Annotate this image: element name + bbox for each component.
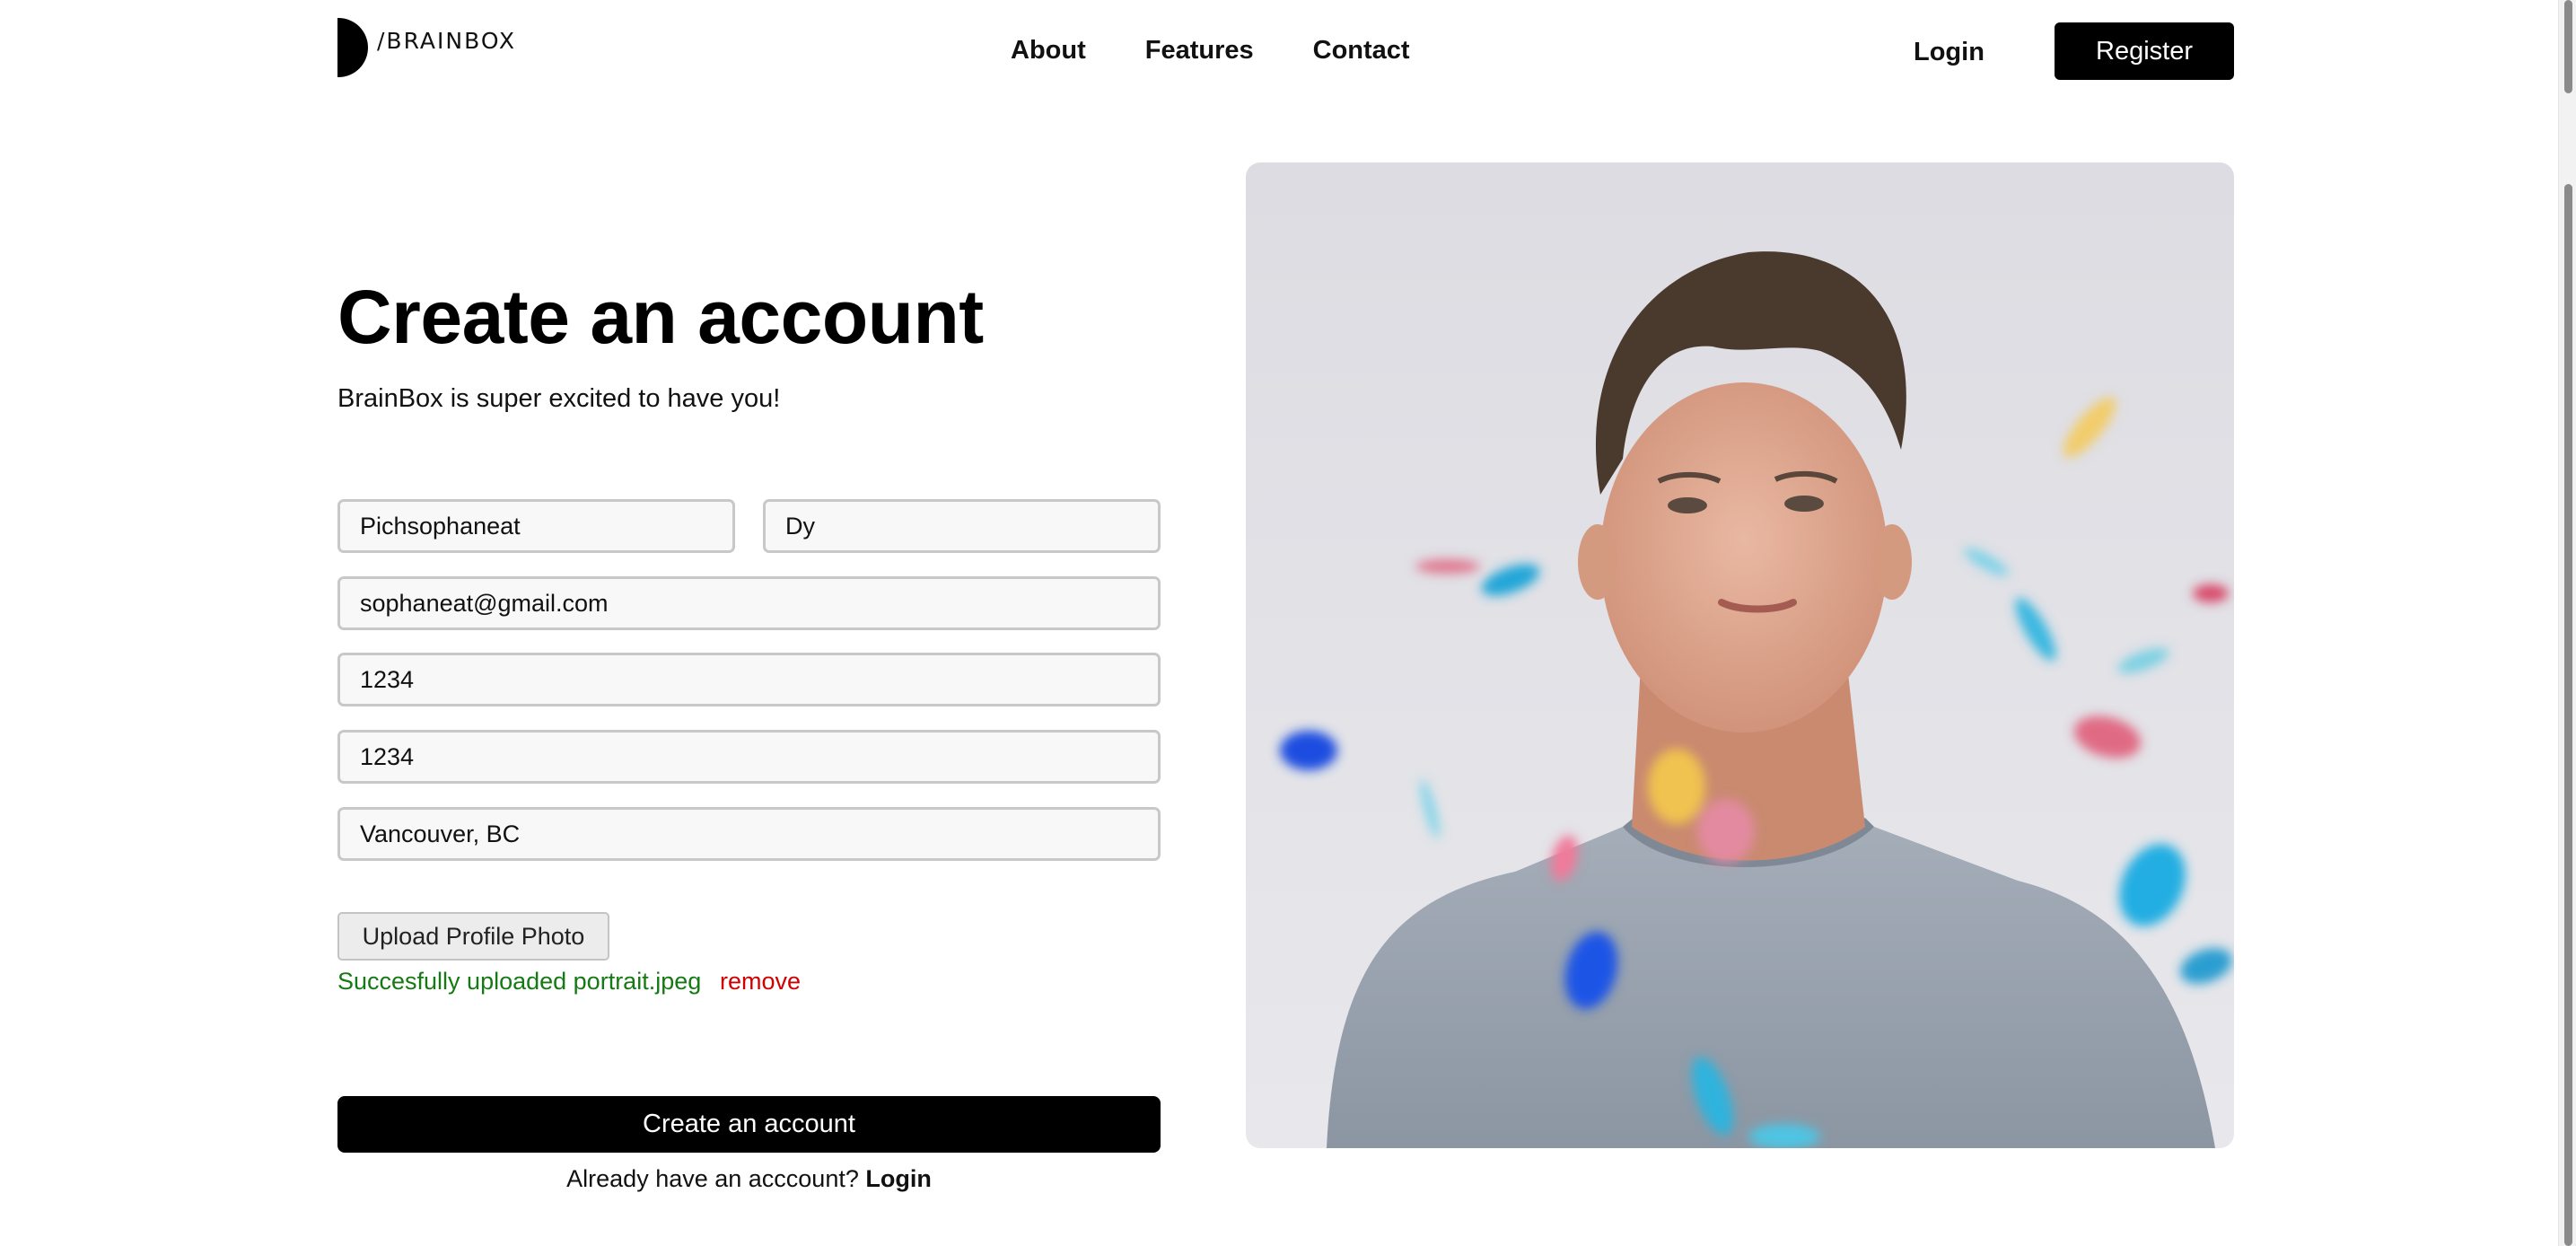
portrait-illustration	[1246, 162, 2234, 1148]
main-nav: About Features Contact	[1011, 36, 1469, 66]
brand-name: /BRAINBOX	[377, 27, 517, 54]
confirm-password-field[interactable]	[337, 730, 1161, 784]
scrollbar-thumb-upper[interactable]	[2564, 0, 2572, 93]
upload-status-text: Succesfully uploaded portrait.jpeg	[337, 968, 702, 995]
header-login-link[interactable]: Login	[1914, 38, 1985, 67]
scrollbar-thumb[interactable]	[2564, 184, 2572, 1246]
remove-photo-link[interactable]: remove	[720, 968, 801, 996]
page-title: Create an account	[337, 275, 984, 359]
nav-contact[interactable]: Contact	[1313, 36, 1410, 66]
footer-login-link[interactable]: Login	[865, 1165, 931, 1192]
email-field[interactable]	[337, 576, 1161, 630]
have-account-line: Already have an acccount? Login	[337, 1165, 1161, 1193]
have-account-text: Already have an acccount?	[566, 1165, 859, 1192]
nav-features[interactable]: Features	[1145, 36, 1254, 66]
location-field[interactable]	[337, 807, 1161, 861]
register-button[interactable]: Register	[2055, 22, 2234, 80]
page-subtitle: BrainBox is super excited to have you!	[337, 384, 781, 413]
brand-logo[interactable]: /BRAINBOX	[337, 18, 516, 77]
password-field[interactable]	[337, 653, 1161, 706]
profile-portrait-image	[1246, 162, 2234, 1148]
nav-about[interactable]: About	[1011, 36, 1086, 66]
first-name-field[interactable]	[337, 499, 735, 553]
half-circle-logo-icon	[337, 18, 368, 77]
last-name-field[interactable]	[763, 499, 1161, 553]
top-navbar: /BRAINBOX About Features Contact Login R…	[0, 0, 2558, 99]
page-scrollbar[interactable]	[2558, 0, 2576, 1246]
create-account-button[interactable]: Create an account	[337, 1096, 1161, 1153]
upload-profile-photo-button[interactable]: Upload Profile Photo	[337, 912, 609, 961]
